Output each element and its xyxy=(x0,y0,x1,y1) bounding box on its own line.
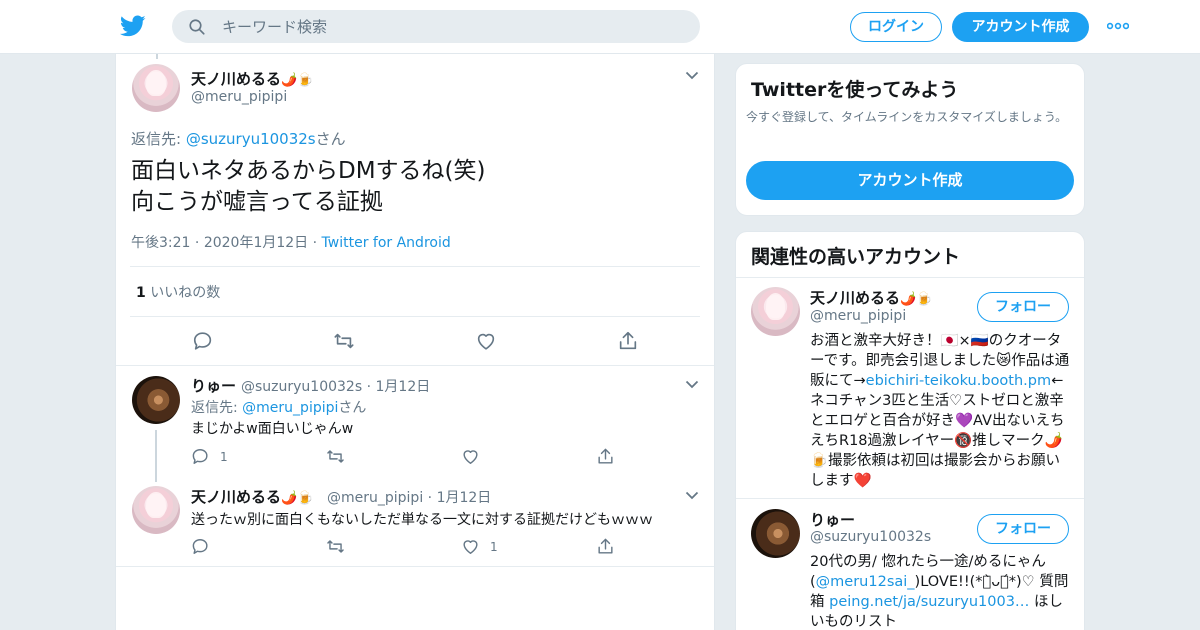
avatar[interactable] xyxy=(132,376,180,424)
share-icon[interactable] xyxy=(596,537,615,556)
display-name-text: 天ノ川めるる xyxy=(191,70,282,88)
display-name[interactable]: りゅー xyxy=(810,509,855,530)
display-name[interactable]: 天ノ川めるる🌶️🍺 xyxy=(191,486,313,507)
name-emoji: 🌶️🍺 xyxy=(900,292,933,307)
display-name[interactable]: 天ノ川めるる🌶️🍺 xyxy=(810,287,932,308)
user-handle[interactable]: @meru_pipipi xyxy=(327,490,423,506)
divider xyxy=(736,277,1084,278)
divider xyxy=(116,566,714,567)
display-name-text: 天ノ川めるる xyxy=(191,488,282,506)
reply-handle-date: @meru_pipipi · 1月12日 xyxy=(327,490,492,506)
like-count: 1 xyxy=(490,540,498,554)
tweet-text: まじかよw面白いじゃんw xyxy=(191,421,354,437)
name-emoji: 🌶️🍺 xyxy=(281,491,314,506)
user-handle[interactable]: @suzuryu10032s xyxy=(241,379,362,395)
top-bar: ログイン アカウント作成 xyxy=(0,0,1200,54)
related-accounts-title: 関連性の高いアカウント xyxy=(751,246,961,268)
tweet-meta: 午後3:21 · 2020年1月12日 · Twitter for Androi… xyxy=(131,235,451,251)
chevron-down-icon[interactable] xyxy=(685,380,699,389)
tweet-date[interactable]: 2020年1月12日 xyxy=(204,235,308,251)
heart-icon[interactable] xyxy=(475,330,497,352)
user-handle[interactable]: @meru_pipipi xyxy=(191,89,287,105)
like-count: 1 xyxy=(136,285,146,301)
more-icon[interactable] xyxy=(1107,22,1129,30)
reply-to: 返信先: @suzuryu10032sさん xyxy=(131,128,346,149)
account-bio: 20代の男/ 惚れたら一途/めるにゃん(@meru12sai_)LOVE!!(*… xyxy=(810,552,1072,630)
tweet-date[interactable]: 1月12日 xyxy=(376,379,431,395)
tweet-thread: 天ノ川めるる🌶️🍺 @meru_pipipi 返信先: @suzuryu1003… xyxy=(115,54,715,630)
reply-to-suffix: さん xyxy=(338,400,367,416)
user-handle[interactable]: @meru_pipipi xyxy=(810,308,906,324)
divider xyxy=(130,266,700,267)
tweet-text-line: 面白いネタあるからDMするね(笑) xyxy=(131,158,486,184)
tweet-source-link[interactable]: Twitter for Android xyxy=(322,235,451,251)
thread-line xyxy=(156,54,158,59)
signup-button[interactable]: アカウント作成 xyxy=(952,12,1089,42)
bio-link[interactable]: @meru12sai_ xyxy=(816,574,915,590)
signup-card-subtitle: 今すぐ登録して、タイムラインをカスタマイズしましょう。 xyxy=(746,110,1068,124)
reply-handle-date: @suzuryu10032s · 1月12日 xyxy=(241,379,431,395)
bio-text: ←ネコチャン3匹と生活♡ストゼロと激辛とエロゲと百合が好き💜AV出ないえちえちR… xyxy=(810,373,1065,489)
reply-icon[interactable] xyxy=(191,447,210,466)
search-icon xyxy=(189,19,205,35)
avatar[interactable] xyxy=(132,64,180,112)
chevron-down-icon[interactable] xyxy=(685,491,699,500)
reply-to-handle-link[interactable]: @suzuryu10032s xyxy=(186,130,316,148)
reply-to-prefix: 返信先: xyxy=(191,400,243,416)
share-icon[interactable] xyxy=(596,447,615,466)
login-button[interactable]: ログイン xyxy=(850,12,942,42)
share-icon[interactable] xyxy=(617,330,639,352)
search-input[interactable] xyxy=(222,10,682,43)
reply-count: 1 xyxy=(220,450,228,464)
divider xyxy=(130,316,700,317)
signup-card-title: Twitterを使ってみよう xyxy=(751,79,959,101)
related-accounts-card: 関連性の高いアカウント 天ノ川めるる🌶️🍺 @meru_pipipi フォロー … xyxy=(735,231,1085,630)
signup-card-button[interactable]: アカウント作成 xyxy=(746,161,1074,200)
tweet-date[interactable]: 1月12日 xyxy=(437,490,492,506)
bio-link[interactable]: peing.net/ja/suzuryu1003… xyxy=(829,594,1029,610)
chevron-down-icon[interactable] xyxy=(685,71,699,80)
bio-link[interactable]: ebichiri-teikoku.booth.pm xyxy=(866,373,1051,389)
tweet-text: 面白いネタあるからDMするね(笑) 向こうが嘘言ってる証拠 xyxy=(131,156,486,218)
reply-to-suffix: さん xyxy=(315,130,346,148)
retweet-icon[interactable] xyxy=(326,447,345,466)
reply-to-handle-link[interactable]: @meru_pipipi xyxy=(242,400,338,416)
heart-icon[interactable] xyxy=(461,447,480,466)
display-name-text: 天ノ川めるる xyxy=(810,289,901,307)
user-handle[interactable]: @suzuryu10032s xyxy=(810,529,931,545)
twitter-bird-icon[interactable] xyxy=(120,13,146,39)
retweet-icon[interactable] xyxy=(326,537,345,556)
heart-icon[interactable] xyxy=(461,537,480,556)
follow-button[interactable]: フォロー xyxy=(977,514,1069,544)
tweet-time[interactable]: 午後3:21 xyxy=(131,235,190,251)
reply-to: 返信先: @meru_pipipiさん xyxy=(191,397,366,417)
display-name-text: りゅー xyxy=(191,377,237,395)
avatar[interactable] xyxy=(751,509,800,558)
retweet-icon[interactable] xyxy=(333,330,355,352)
reply-icon[interactable] xyxy=(191,537,210,556)
account-bio: お酒と激辛大好き！🇯🇵×🇷🇺のクオーターです。即売会引退しました😿作品は通販にて… xyxy=(810,331,1072,491)
like-label: いいねの数 xyxy=(150,285,221,301)
reply-icon[interactable] xyxy=(192,330,214,352)
follow-button[interactable]: フォロー xyxy=(977,292,1069,322)
display-name-text: りゅー xyxy=(810,511,856,529)
display-name[interactable]: 天ノ川めるる🌶️🍺 xyxy=(191,68,313,89)
tweet-text: 送ったｗ別に面白くもないしただ単なる一文に対する証拠だけどもｗｗｗ xyxy=(191,512,653,528)
tweet-text-line: 向こうが嘘言ってる証拠 xyxy=(131,189,383,215)
thread-line xyxy=(155,430,157,482)
reply-to-prefix: 返信先: xyxy=(131,130,186,148)
display-name[interactable]: りゅー xyxy=(191,375,236,396)
avatar[interactable] xyxy=(132,486,180,534)
search-box[interactable] xyxy=(172,10,700,43)
divider xyxy=(116,365,714,366)
like-stats[interactable]: 1 いいねの数 xyxy=(136,282,220,302)
name-emoji: 🌶️🍺 xyxy=(281,73,314,88)
avatar[interactable] xyxy=(751,287,800,336)
divider xyxy=(736,498,1084,499)
signup-card: Twitterを使ってみよう 今すぐ登録して、タイムラインをカスタマイズしましょ… xyxy=(735,63,1085,216)
